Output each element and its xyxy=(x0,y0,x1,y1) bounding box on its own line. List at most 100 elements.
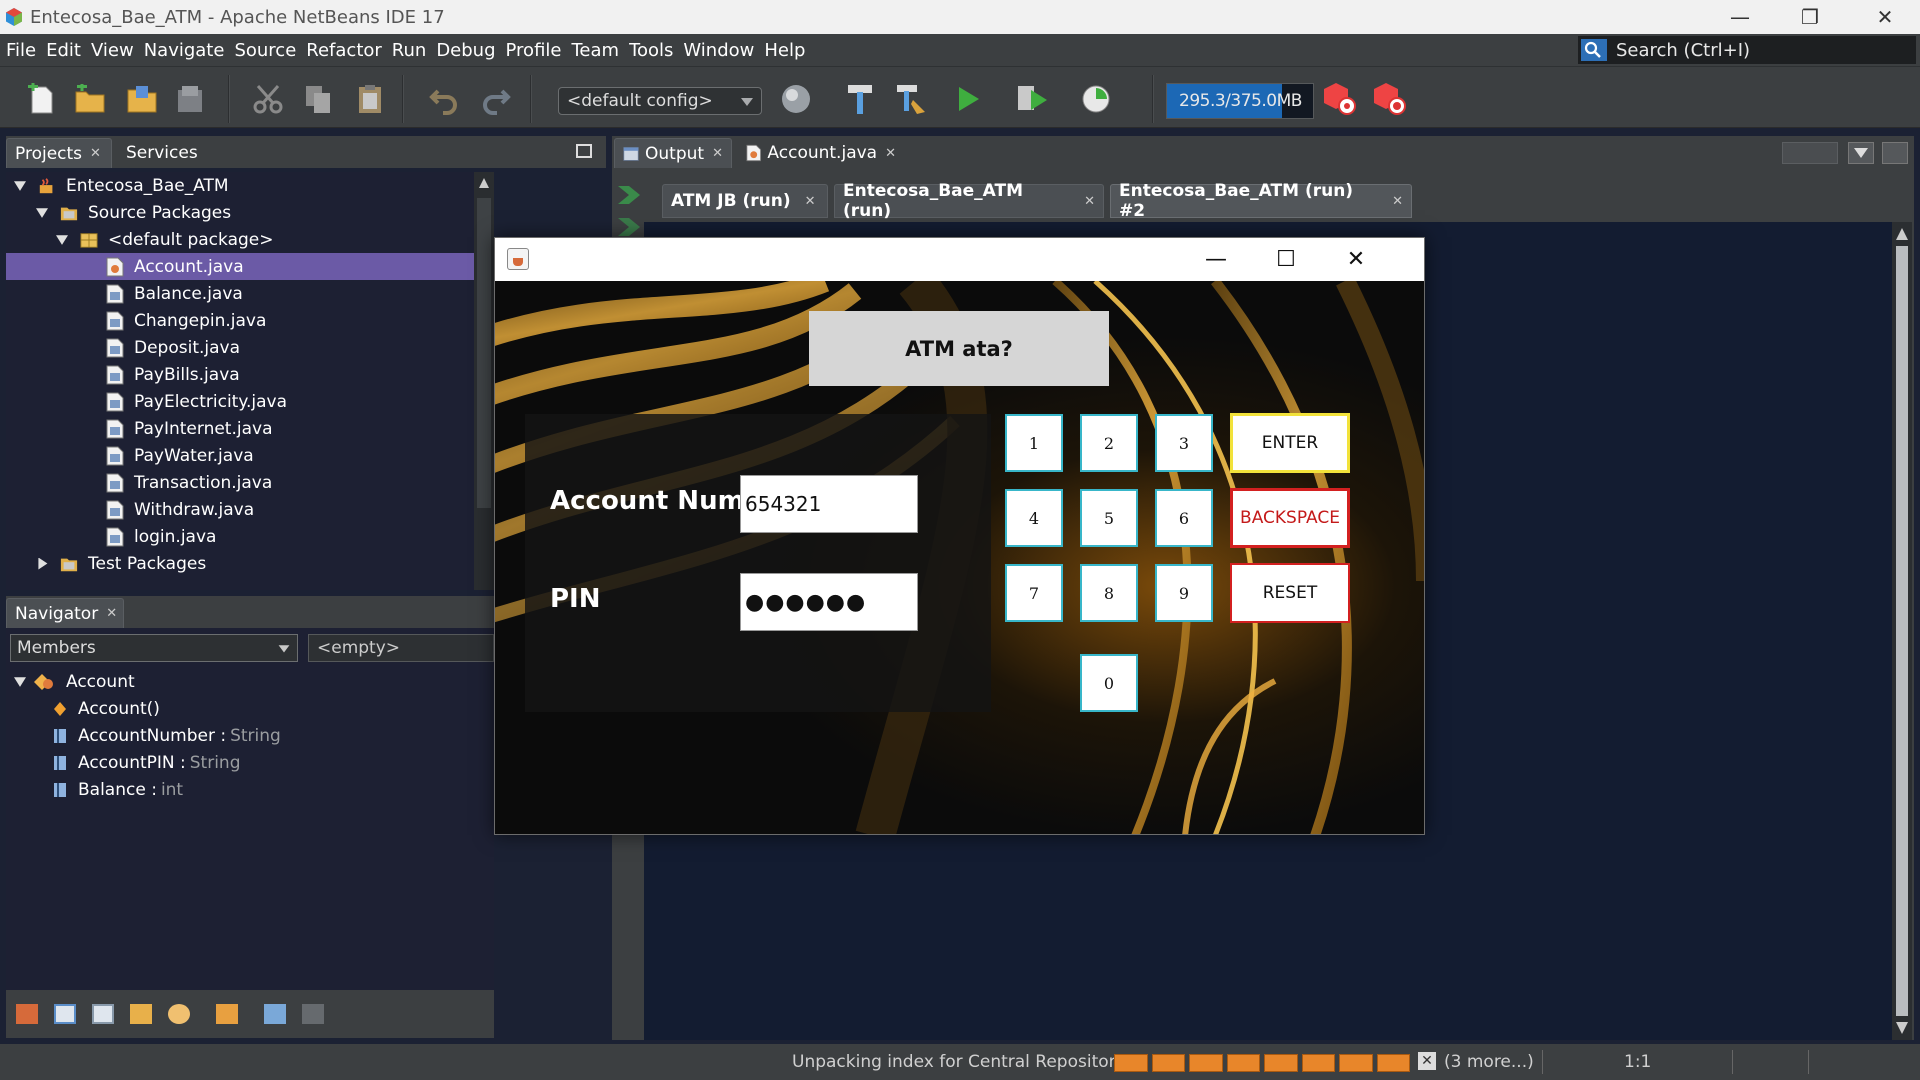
navigator-member[interactable]: AccountNumber : String xyxy=(6,722,494,749)
show-inherited-icon[interactable] xyxy=(16,1004,38,1024)
tab-navigator[interactable]: Navigator ✕ xyxy=(6,598,124,628)
new-project-icon[interactable] xyxy=(72,81,108,117)
menu-tools[interactable]: Tools xyxy=(624,40,678,61)
output-scrollbar[interactable] xyxy=(1892,222,1912,1040)
expand-icon[interactable] xyxy=(38,557,48,570)
open-project-icon[interactable] xyxy=(124,81,160,117)
maximize-button[interactable]: ☐ xyxy=(1251,238,1321,281)
navigator-filter-select[interactable]: <empty> xyxy=(308,634,494,662)
rerun-with-params-icon[interactable] xyxy=(618,218,640,236)
tree-file-login[interactable]: login.java xyxy=(6,523,494,550)
keypad-8-button[interactable]: 8 xyxy=(1080,564,1138,622)
tab-run-atmjb[interactable]: ATM JB (run) ✕ xyxy=(662,184,828,218)
paste-icon[interactable] xyxy=(352,81,388,117)
pin-field[interactable]: ●●●●●● xyxy=(740,573,918,631)
close-icon[interactable]: ✕ xyxy=(712,146,723,161)
menu-edit[interactable]: Edit xyxy=(41,40,86,61)
minimize-panel-icon[interactable] xyxy=(576,144,592,158)
profile-project-icon[interactable] xyxy=(1080,81,1116,117)
tab-list-dropdown[interactable] xyxy=(1848,142,1874,164)
project-config-select[interactable]: <default config> xyxy=(558,87,762,115)
redo-icon[interactable] xyxy=(478,81,514,117)
menu-view[interactable]: View xyxy=(86,40,139,61)
show-ctor-icon[interactable] xyxy=(216,1004,238,1024)
scroll-thumb[interactable] xyxy=(1896,246,1908,1016)
tree-project-root[interactable]: Entecosa_Bae_ATM xyxy=(6,172,494,199)
tree-file-deposit[interactable]: Deposit.java xyxy=(6,334,494,361)
build-hammer-icon[interactable] xyxy=(842,81,878,117)
close-icon[interactable]: ✕ xyxy=(1084,194,1095,209)
menu-help[interactable]: Help xyxy=(759,40,810,61)
undo-icon[interactable] xyxy=(426,81,462,117)
show-fields-icon[interactable] xyxy=(54,1004,76,1024)
gc-icon[interactable] xyxy=(1322,81,1358,117)
copy-icon[interactable] xyxy=(300,81,336,117)
expand-icon[interactable] xyxy=(56,235,68,245)
members-select[interactable]: Members xyxy=(10,634,298,662)
cancel-task-icon[interactable]: ✕ xyxy=(1418,1052,1436,1070)
enter-button[interactable]: ENTER xyxy=(1230,413,1350,473)
tree-file-paywater[interactable]: PayWater.java xyxy=(6,442,494,469)
show-inner-classes-icon[interactable] xyxy=(168,1004,190,1024)
menu-navigate[interactable]: Navigate xyxy=(139,40,230,61)
rerun-icon[interactable] xyxy=(618,186,640,204)
tree-test-packages[interactable]: Test Packages xyxy=(6,550,494,577)
navigator-member[interactable]: Balance : int xyxy=(6,776,494,803)
menu-profile[interactable]: Profile xyxy=(501,40,567,61)
keypad-6-button[interactable]: 6 xyxy=(1155,489,1213,547)
keypad-0-button[interactable]: 0 xyxy=(1080,654,1138,712)
menu-team[interactable]: Team xyxy=(566,40,624,61)
navigator-member[interactable]: Account() xyxy=(6,695,494,722)
run-project-icon[interactable] xyxy=(950,81,986,117)
close-icon[interactable]: ✕ xyxy=(90,146,101,161)
keypad-4-button[interactable]: 4 xyxy=(1005,489,1063,547)
close-button[interactable]: ✕ xyxy=(1850,0,1920,34)
tab-account-java[interactable]: Account.java ✕ xyxy=(738,138,904,168)
tree-file-payelectricity[interactable]: PayElectricity.java xyxy=(6,388,494,415)
debug-project-icon[interactable] xyxy=(1014,81,1050,117)
browser-globe-icon[interactable] xyxy=(778,81,814,117)
expand-icon[interactable] xyxy=(36,208,48,218)
expand-icon[interactable] xyxy=(14,677,26,687)
restore-button[interactable]: ❐ xyxy=(1775,0,1845,34)
scroll-down-icon[interactable] xyxy=(1896,1022,1908,1034)
tree-file-balance[interactable]: Balance.java xyxy=(6,280,494,307)
tab-services[interactable]: Services xyxy=(118,138,228,168)
keypad-2-button[interactable]: 2 xyxy=(1080,414,1138,472)
menu-file[interactable]: File xyxy=(0,40,41,61)
tab-run-entecosa-2[interactable]: Entecosa_Bae_ATM (run) #2 ✕ xyxy=(1110,181,1412,221)
expand-icon[interactable] xyxy=(14,181,26,191)
search-input[interactable]: Search (Ctrl+I) xyxy=(1616,40,1750,61)
menu-run[interactable]: Run xyxy=(387,40,432,61)
projects-scrollbar[interactable] xyxy=(474,172,494,590)
clean-build-icon[interactable] xyxy=(894,81,930,117)
minimize-button[interactable]: — xyxy=(1181,238,1251,281)
keypad-1-button[interactable]: 1 xyxy=(1005,414,1063,472)
tab-projects[interactable]: Projects ✕ xyxy=(6,138,112,168)
maximize-window-icon[interactable] xyxy=(1882,142,1908,164)
minimize-button[interactable]: — xyxy=(1705,0,1775,34)
menu-refactor[interactable]: Refactor xyxy=(301,40,387,61)
status-progress-bar[interactable] xyxy=(1114,1054,1410,1072)
tree-default-package[interactable]: <default package> xyxy=(6,226,494,253)
tab-output[interactable]: Output ✕ xyxy=(614,138,732,168)
tab-run-entecosa[interactable]: Entecosa_Bae_ATM (run) ✕ xyxy=(834,181,1104,221)
keypad-3-button[interactable]: 3 xyxy=(1155,414,1213,472)
close-icon[interactable]: ✕ xyxy=(106,606,117,621)
close-icon[interactable]: ✕ xyxy=(805,194,816,209)
scroll-up-icon[interactable] xyxy=(479,178,489,188)
menu-debug[interactable]: Debug xyxy=(431,40,500,61)
account-number-field[interactable]: 654321 xyxy=(740,475,918,533)
navigator-member[interactable]: AccountPIN : String xyxy=(6,749,494,776)
close-button[interactable]: ✕ xyxy=(1321,238,1391,281)
navigator-class-node[interactable]: Account xyxy=(6,668,494,695)
show-nonpublic-icon[interactable] xyxy=(130,1004,152,1024)
keypad-7-button[interactable]: 7 xyxy=(1005,564,1063,622)
reset-button[interactable]: RESET xyxy=(1230,563,1350,623)
menu-window[interactable]: Window xyxy=(678,40,759,61)
scroll-up-icon[interactable] xyxy=(1896,228,1908,240)
keypad-9-button[interactable]: 9 xyxy=(1155,564,1213,622)
keypad-5-button[interactable]: 5 xyxy=(1080,489,1138,547)
backspace-button[interactable]: BACKSPACE xyxy=(1230,488,1350,548)
close-icon[interactable]: ✕ xyxy=(885,146,896,161)
